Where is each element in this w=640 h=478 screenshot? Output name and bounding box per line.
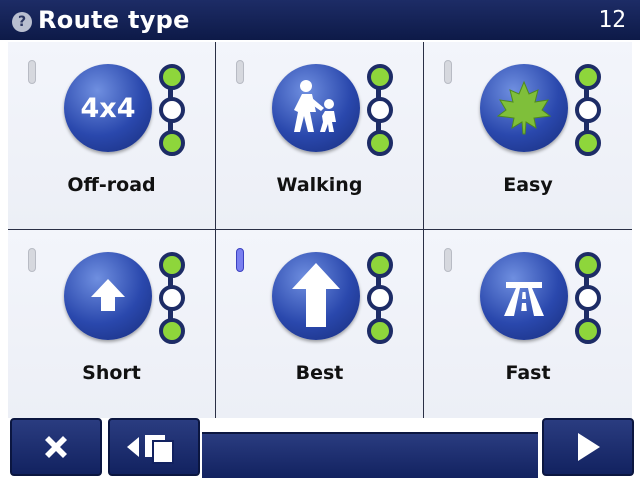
best-arrow-icon: [272, 252, 360, 340]
route-option-walking[interactable]: Walking: [216, 42, 424, 230]
route-option-label: Walking: [276, 174, 363, 196]
route-option-label: Easy: [503, 174, 553, 196]
route-dots-icon: [158, 64, 185, 160]
back-button[interactable]: [108, 418, 200, 476]
route-option-label: Best: [295, 362, 344, 384]
four-by-four-icon: 4x4: [64, 64, 152, 152]
route-option-easy[interactable]: Easy: [424, 42, 632, 230]
route-dots-icon: [158, 252, 185, 348]
route-option-best[interactable]: Best: [216, 230, 424, 418]
route-option-label: Off-road: [67, 174, 156, 196]
route-option-off-road[interactable]: 4x4 Off-road: [8, 42, 216, 230]
maple-leaf-icon: [480, 64, 568, 152]
route-option-fast[interactable]: Fast: [424, 230, 632, 418]
four-by-four-text: 4x4: [80, 92, 136, 124]
help-icon[interactable]: ?: [12, 12, 32, 32]
close-button[interactable]: [10, 418, 102, 476]
selection-indicator: [28, 60, 36, 84]
selection-indicator: [444, 248, 452, 272]
bottom-toolbar: [0, 418, 640, 478]
clock: 12: [598, 7, 626, 33]
page-title: Route type: [38, 6, 190, 34]
selection-indicator: [28, 248, 36, 272]
selection-indicator: [236, 60, 244, 84]
route-option-label: Fast: [505, 362, 551, 384]
title-bar: ? Route type 12: [0, 0, 640, 40]
next-arrow-icon: [578, 433, 600, 461]
selection-indicator: [444, 60, 452, 84]
next-button[interactable]: [542, 418, 634, 476]
route-type-grid: 4x4 Off-road Walking Easy Short Best Fas…: [8, 42, 632, 418]
route-option-label: Short: [82, 362, 141, 384]
highway-icon: [480, 252, 568, 340]
route-option-short[interactable]: Short: [8, 230, 216, 418]
route-dots-icon: [366, 252, 393, 348]
pedestrian-icon: [272, 64, 360, 152]
route-dots-icon: [366, 64, 393, 160]
selection-indicator: [236, 248, 244, 272]
short-arrow-icon: [64, 252, 152, 340]
back-pages-icon: [127, 435, 174, 464]
close-icon: [45, 436, 67, 458]
toolbar-spacer: [202, 432, 538, 478]
route-dots-icon: [574, 252, 601, 348]
route-dots-icon: [574, 64, 601, 160]
